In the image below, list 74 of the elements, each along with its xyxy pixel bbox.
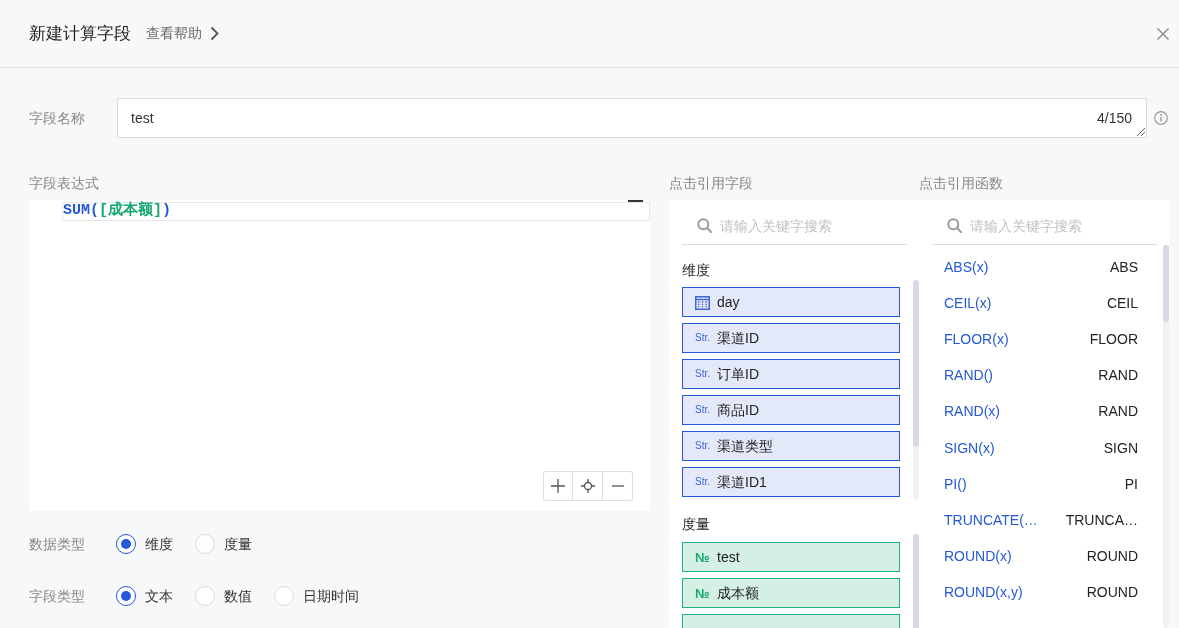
calendar-icon: [695, 294, 710, 310]
form-label: 字段类型: [29, 586, 86, 606]
search-icon: [947, 218, 962, 233]
function-link[interactable]: SIGN(x): [944, 437, 995, 459]
type-label: №: [695, 586, 710, 600]
dialog-title: 新建计算字段: [29, 22, 131, 45]
function-name: RAND: [1098, 366, 1138, 386]
locate-button[interactable]: [573, 471, 603, 501]
function-name: FLOOR: [1089, 329, 1138, 349]
section-label: 点击引用字段: [669, 174, 754, 193]
scrollbar-thumb[interactable]: [913, 280, 919, 447]
type-label: Str.: [695, 405, 710, 415]
code-editor[interactable]: SUM([成本额]): [29, 200, 650, 511]
type-label: Str.: [695, 369, 710, 379]
function-link[interactable]: FLOOR(x): [944, 328, 1009, 350]
function-name: ABS: [1110, 257, 1138, 277]
type-label: Str.: [695, 477, 710, 487]
type-label: Str.: [695, 333, 710, 343]
field-item[interactable]: Str. 订单ID: [682, 359, 900, 389]
function-link[interactable]: PI(): [944, 473, 967, 495]
function-name: TRUNCA…: [1065, 510, 1138, 530]
field-item[interactable]: Str. 渠道类型: [682, 431, 900, 461]
section-label: 字段表达式: [29, 174, 100, 193]
help-link[interactable]: 查看帮助: [146, 23, 219, 44]
function-name: ROUND: [1086, 547, 1138, 567]
form-label: 数据类型: [29, 534, 86, 554]
function-link[interactable]: ABS(x): [944, 256, 989, 278]
search-field[interactable]: 请输入关键字搜索: [932, 207, 1157, 245]
close-icon: [1157, 27, 1169, 40]
field-item[interactable]: Str. 渠道ID: [682, 323, 900, 353]
function-name: RAND: [1098, 402, 1138, 422]
function-link[interactable]: ROUND(x): [944, 546, 1012, 568]
section-label: 点击引用函数: [919, 174, 1004, 193]
search-field[interactable]: 请输入关键字搜索: [682, 207, 907, 245]
dash-icon: [628, 200, 643, 202]
function-link[interactable]: RAND(x): [944, 401, 1000, 423]
option-label[interactable]: 日期时间: [303, 585, 359, 607]
option-label[interactable]: 度量: [224, 533, 252, 555]
search-icon: [697, 218, 712, 233]
form-label: 字段名称: [29, 108, 86, 128]
resize-handle-icon: [1137, 128, 1145, 136]
function-link[interactable]: RAND(): [944, 365, 993, 387]
option-label[interactable]: 文本: [145, 585, 173, 607]
zoom-in-button[interactable]: [543, 471, 573, 501]
field-item[interactable]: № test: [682, 542, 900, 572]
crosshair-icon: [580, 479, 595, 493]
close-button[interactable]: [1156, 26, 1170, 41]
function-name: ROUND: [1086, 583, 1138, 603]
radio-button[interactable]: [116, 534, 136, 554]
scrollbar-thumb[interactable]: [913, 534, 919, 628]
field-item[interactable]: № 成本额: [682, 578, 900, 608]
group-title: 维度: [682, 261, 711, 280]
field-item[interactable]: day: [682, 287, 900, 317]
zoom-out-button[interactable]: [603, 471, 633, 501]
function-link[interactable]: TRUNCATE(…: [944, 509, 1038, 531]
minus-icon: [611, 485, 624, 487]
option-label[interactable]: 数值: [224, 585, 252, 607]
scrollbar-thumb[interactable]: [1163, 245, 1169, 322]
option-label[interactable]: 维度: [145, 533, 173, 555]
char-counter: 4/150: [1096, 109, 1132, 128]
field-item[interactable]: Str. 渠道ID1: [682, 467, 900, 497]
type-label: Str.: [695, 441, 710, 451]
field-item[interactable]: Str. 商品ID: [682, 395, 900, 425]
function-link[interactable]: CEIL(x): [944, 292, 992, 314]
group-title: 度量: [682, 515, 711, 534]
type-label: №: [695, 550, 710, 564]
chevron-right-icon: [210, 26, 219, 41]
function-name: SIGN: [1103, 438, 1138, 458]
radio-button[interactable]: [116, 586, 136, 606]
function-name: CEIL: [1106, 293, 1138, 313]
function-link[interactable]: ROUND(x,y): [944, 582, 1023, 604]
plus-icon: [551, 479, 565, 493]
info-icon[interactable]: [1154, 111, 1168, 125]
function-name: PI: [1124, 474, 1138, 494]
